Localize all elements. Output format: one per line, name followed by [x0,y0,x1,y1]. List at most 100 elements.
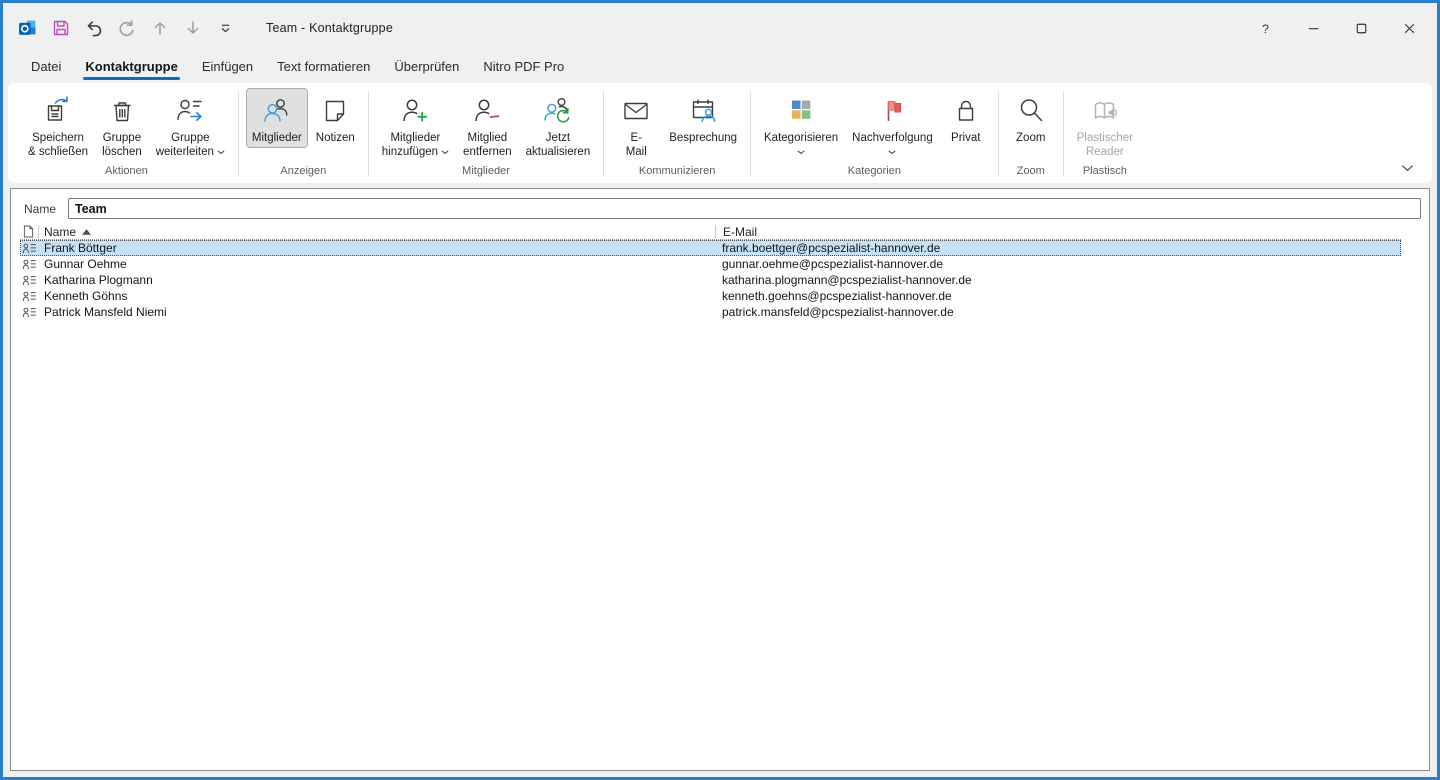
member-name: Kenneth Göhns [39,289,715,303]
members-icon [261,95,293,127]
group-divider [1063,91,1064,176]
email-column-header[interactable]: E-Mail [716,225,1401,239]
member-email: kenneth.goehns@pcspezialist-hannover.de [715,289,1401,303]
categorize-icon [785,95,817,127]
qat-chevron-icon [219,23,232,34]
group-name-row: Name [24,198,1421,219]
ribbon-group-plastisch: PlastischerReaderPlastisch [1071,88,1139,183]
save-close-button[interactable]: Speichern& schließen [22,88,94,162]
show-notes-button[interactable]: Notizen [310,88,361,148]
group-label-mitglieder: Mitglieder [376,165,596,183]
group-name-label: Name [24,202,68,216]
member-row[interactable]: Gunnar Oehmegunnar.oehme@pcspezialist-ha… [20,256,1401,272]
undo-button[interactable] [81,16,106,41]
show-members-button[interactable]: Mitglieder [246,88,308,148]
contact-card-icon [22,275,37,286]
private-button[interactable]: Privat [941,88,991,148]
document-icon [23,225,34,238]
group-divider [368,91,369,176]
window-title: Team - Kontaktgruppe [266,21,393,35]
update-now-icon [542,95,574,127]
help-button[interactable]: ? [1249,14,1281,42]
name-column-header[interactable]: Name [39,225,715,239]
member-row[interactable]: Patrick Mansfeld Niemipatrick.mansfeld@p… [20,304,1401,320]
maximize-button[interactable] [1345,14,1377,42]
immersive-reader-icon [1089,95,1121,127]
ribbon-group-anzeigen: MitgliederNotizenAnzeigen [246,88,361,183]
chevron-down-icon [217,150,225,155]
group-label-kategorien: Kategorien [758,165,991,183]
delete-group-button[interactable]: Gruppelöschen [96,88,148,162]
zoom-icon [1015,95,1047,127]
tab-einfügen[interactable]: Einfügen [190,51,265,82]
chevron-down-icon [1401,164,1414,172]
remove-member-icon [471,95,503,127]
contact-card-icon [22,259,37,270]
forward-group-button[interactable]: Gruppeweiterleiten [150,88,231,162]
item-type-column-header[interactable] [20,225,38,238]
group-name-input[interactable] [68,198,1421,219]
member-email: katharina.plogmann@pcspezialist-hannover… [715,273,1401,287]
add-member-icon [399,95,431,127]
window-controls: ? [1249,14,1425,42]
group-label-kommunizieren: Kommunizieren [611,165,743,183]
contact-group-form: Name Name E-Mail [10,188,1430,771]
sort-ascending-icon [82,229,91,235]
private-icon [950,95,982,127]
close-icon [1401,20,1418,37]
add-members-button[interactable]: Mitgliederhinzufügen [376,88,455,162]
tab-nitro-pdf-pro[interactable]: Nitro PDF Pro [471,51,576,82]
tab-datei[interactable]: Datei [19,51,73,82]
meeting-icon [687,95,719,127]
ribbon-group-zoom: ZoomZoom [1006,88,1056,183]
save-floppy-icon [52,19,70,37]
meeting-button[interactable]: Besprechung [663,88,743,148]
categorize-button[interactable]: Kategorisieren [758,88,844,162]
outlook-logo-icon [18,19,37,38]
follow-up-button[interactable]: Nachverfolgung [846,88,939,162]
minimize-icon [1305,20,1322,37]
chevron-down-icon [888,150,896,155]
tab-überprüfen[interactable]: Überprüfen [382,51,471,82]
member-name: Patrick Mansfeld Niemi [39,305,715,319]
group-divider [750,91,751,176]
group-divider [998,91,999,176]
save-button[interactable] [48,16,73,41]
member-row[interactable]: Katharina Plogmannkatharina.plogmann@pcs… [20,272,1401,288]
contact-card-icon [22,307,37,318]
remove-member-button[interactable]: Mitgliedentfernen [457,88,518,162]
ribbon-group-aktionen: Speichern& schließenGruppelöschenGruppew… [22,88,231,183]
update-now-button[interactable]: Jetztaktualisieren [520,88,597,162]
save-close-icon [42,95,74,127]
move-down-button[interactable] [180,16,205,41]
zoom-button[interactable]: Zoom [1006,88,1056,148]
svg-text:?: ? [1262,21,1269,35]
member-row[interactable]: Frank Böttgerfrank.boettger@pcspezialist… [20,240,1401,256]
redo-button[interactable] [114,16,139,41]
tab-text-formatieren[interactable]: Text formatieren [265,51,382,82]
member-row[interactable]: Kenneth Göhnskenneth.goehns@pcspezialist… [20,288,1401,304]
ribbon-group-kategorien: KategorisierenNachverfolgungPrivat Katego… [758,88,991,183]
quick-access-toolbar [15,16,238,41]
member-email: frank.boettger@pcspezialist-hannover.de [715,241,1401,255]
follow-up-icon [876,95,908,127]
contact-card-icon [22,243,37,254]
notes-icon [319,95,351,127]
customize-qat-button[interactable] [213,16,238,41]
group-label-aktionen: Aktionen [22,165,231,183]
minimize-button[interactable] [1297,14,1329,42]
group-divider [238,91,239,176]
member-list-header[interactable]: Name E-Mail [20,224,1401,240]
member-email: patrick.mansfeld@pcspezialist-hannover.d… [715,305,1401,319]
delete-group-icon [106,95,138,127]
email-icon [620,95,652,127]
member-email: gunnar.oehme@pcspezialist-hannover.de [715,257,1401,271]
close-button[interactable] [1393,14,1425,42]
group-divider [603,91,604,176]
email-button[interactable]: E-Mail [611,88,661,162]
move-up-button[interactable] [147,16,172,41]
tab-kontaktgruppe[interactable]: Kontaktgruppe [73,51,189,82]
collapse-ribbon-button[interactable] [1396,160,1418,176]
member-name: Gunnar Oehme [39,257,715,271]
help-icon: ? [1257,20,1274,37]
